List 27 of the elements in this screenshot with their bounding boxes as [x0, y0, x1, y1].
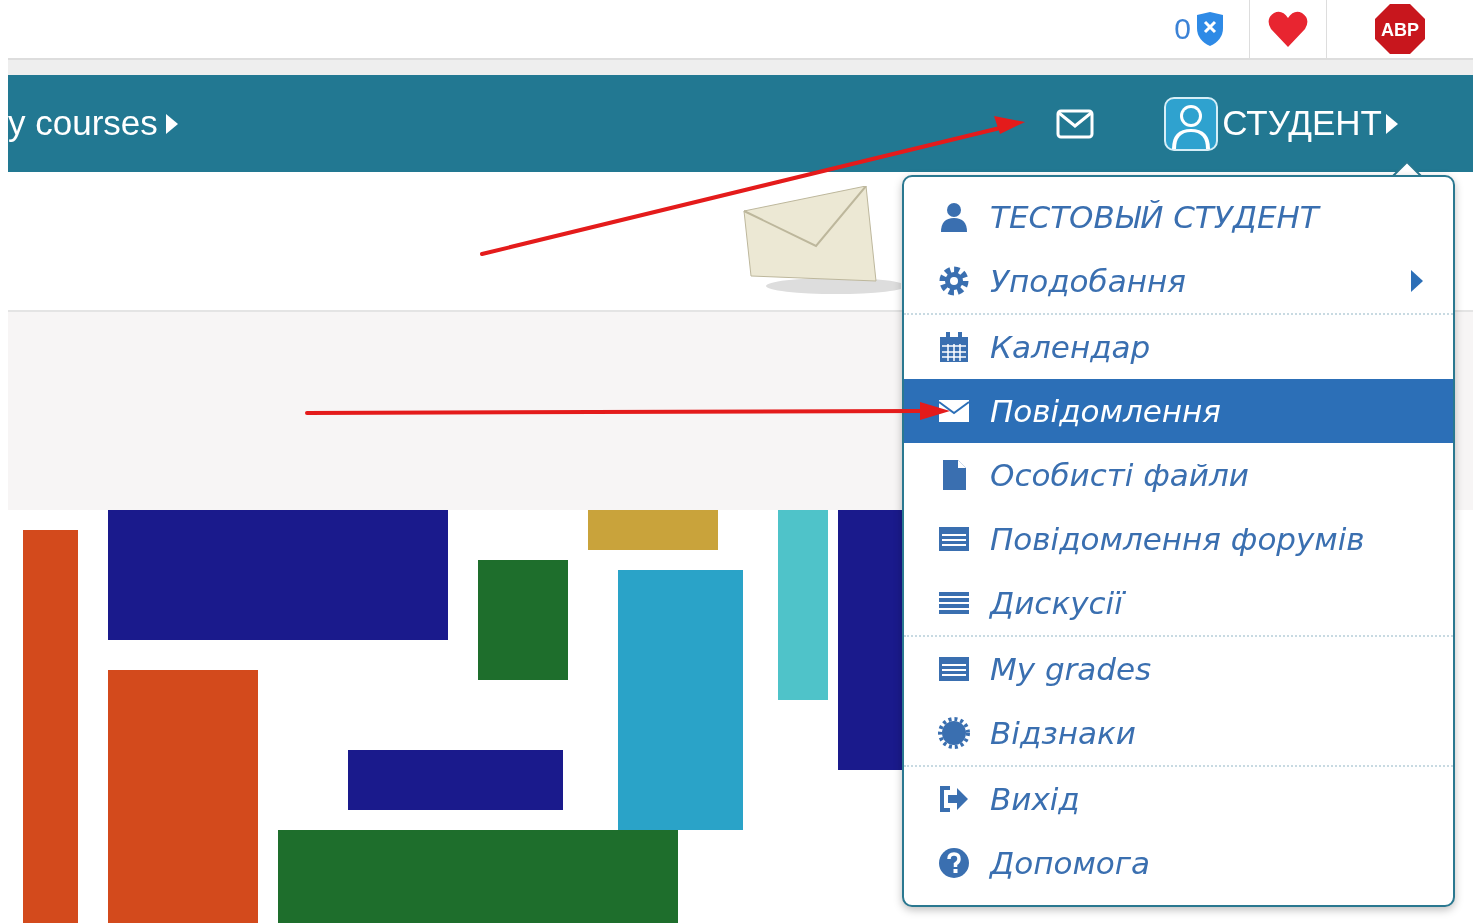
- logout-icon: [938, 783, 970, 815]
- menu-item[interactable]: Вихід: [904, 767, 1453, 831]
- menu-item[interactable]: Уподобання: [904, 249, 1453, 313]
- menu-item[interactable]: Відзнаки: [904, 701, 1453, 765]
- user-menu[interactable]: СТУДЕНТ: [1164, 96, 1398, 151]
- menu-item[interactable]: Дискусії: [904, 571, 1453, 635]
- calendar-icon: [938, 331, 970, 363]
- avatar-icon: [1164, 96, 1219, 151]
- menu-item[interactable]: Повідомлення: [904, 379, 1453, 443]
- caret-icon: [165, 113, 178, 134]
- menu-item[interactable]: My grades: [904, 637, 1453, 701]
- adblock-icon[interactable]: ABP: [1375, 4, 1425, 54]
- menu-item[interactable]: Повідомлення форумів: [904, 507, 1453, 571]
- badge-icon: [938, 717, 970, 749]
- courses-menu[interactable]: y courses: [8, 97, 178, 150]
- blocked-count: 0: [1174, 14, 1191, 44]
- settings-icon: [938, 265, 970, 297]
- menu-item[interactable]: Особисті файли: [904, 443, 1453, 507]
- heart-icon[interactable]: [1268, 11, 1308, 47]
- caret-icon: [1386, 113, 1398, 134]
- menu-item[interactable]: Допомога: [904, 831, 1453, 895]
- menu-item[interactable]: ТЕСТОВЫЙ СТУДЕНТ: [904, 185, 1453, 249]
- messages-icon[interactable]: [1056, 108, 1095, 139]
- user-icon: [938, 201, 970, 233]
- shield-icon[interactable]: [1195, 12, 1225, 46]
- menu-item[interactable]: Календар: [904, 315, 1453, 379]
- help-icon: [938, 847, 970, 879]
